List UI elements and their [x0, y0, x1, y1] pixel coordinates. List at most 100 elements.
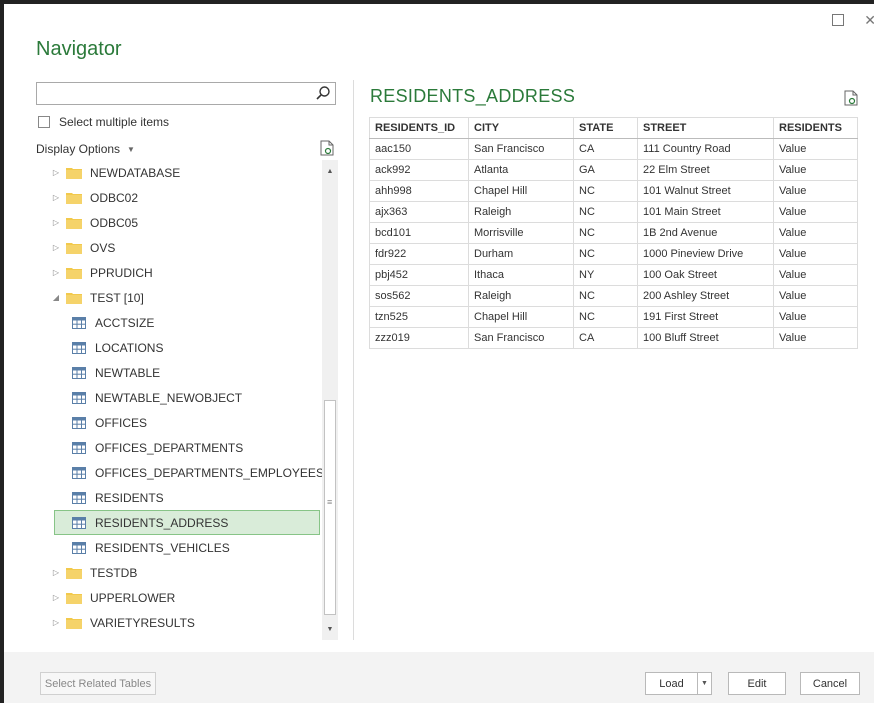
table-cell: Value — [773, 180, 858, 202]
close-icon[interactable]: ✕ — [864, 13, 874, 27]
tree-item[interactable]: ▷ ODBC05 — [50, 210, 138, 235]
folder-icon — [66, 217, 82, 229]
tree-item[interactable]: ◢ TEST [10] — [50, 285, 144, 310]
tree-item[interactable]: ▷ OVS — [50, 235, 115, 260]
table-cell: 1B 2nd Avenue — [637, 222, 774, 244]
tree-item-label: OFFICES — [95, 415, 148, 430]
collapsed-caret-icon[interactable]: ▷ — [50, 268, 62, 277]
preview-title: RESIDENTS_ADDRESS — [370, 86, 576, 106]
display-options-dropdown[interactable]: Display Options ▼ — [36, 142, 135, 156]
table-row: aac150 San Francisco CA 111 Country Road Val… — [369, 138, 858, 160]
search-icon[interactable] — [315, 85, 331, 106]
table-row: sos562 Raleigh NC 200 Ashley Street Value — [369, 285, 858, 307]
tree-item[interactable]: ACCTSIZE — [72, 310, 154, 335]
table-cell: Raleigh — [468, 201, 574, 223]
collapsed-caret-icon[interactable]: ▷ — [50, 218, 62, 227]
table-row: fdr922 Durham NC 1000 Pineview Drive Value — [369, 243, 858, 265]
table-cell: NC — [573, 201, 638, 223]
column-header[interactable]: RESIDENTS_ID — [369, 117, 469, 139]
tree-scrollbar[interactable]: ▲ ≡ ▼ — [322, 160, 338, 640]
select-related-tables-button[interactable]: Select Related Tables — [40, 672, 156, 695]
refresh-icon[interactable] — [320, 140, 334, 161]
table-cell: 22 Elm Street — [637, 159, 774, 181]
collapsed-caret-icon[interactable]: ▷ — [50, 168, 62, 177]
folder-icon — [66, 617, 82, 629]
maximize-icon[interactable] — [832, 14, 845, 26]
table-icon — [72, 541, 86, 554]
tree-item[interactable]: RESIDENTS_ADDRESS — [54, 510, 320, 535]
tree-item[interactable]: OFFICES_DEPARTMENTS — [72, 435, 243, 460]
tree-item[interactable]: ▷ NEWDATABASE — [50, 160, 180, 185]
table-cell: Value — [773, 138, 858, 160]
cancel-button[interactable]: Cancel — [800, 672, 860, 695]
table-cell: NC — [573, 243, 638, 265]
table-cell: Value — [773, 264, 858, 286]
collapsed-caret-icon[interactable]: ▷ — [50, 593, 62, 602]
tree-item[interactable]: NEWTABLE — [72, 360, 160, 385]
scroll-down-icon[interactable]: ▼ — [322, 622, 338, 638]
select-multiple-checkbox[interactable] — [38, 116, 50, 128]
table-cell: Durham — [468, 243, 574, 265]
column-header[interactable]: RESIDENTS — [773, 117, 858, 139]
table-cell: ahh998 — [369, 180, 469, 202]
tree-item-label: ACCTSIZE — [95, 315, 155, 330]
tree-item-label: OFFICES_DEPARTMENTS_EMPLOYEES — [95, 465, 322, 480]
scroll-up-icon[interactable]: ▲ — [322, 164, 338, 180]
tree-item[interactable]: ▷ VARIETYRESULTS — [50, 610, 195, 635]
tree-item[interactable]: ▷ TESTDB — [50, 560, 137, 585]
tree-item-label: UPPERLOWER — [90, 590, 176, 605]
table-cell: 1000 Pineview Drive — [637, 243, 774, 265]
tree-item[interactable]: OFFICES — [72, 410, 147, 435]
tree-item-label: OFFICES_DEPARTMENTS — [95, 440, 244, 455]
table-cell: zzz019 — [369, 327, 469, 349]
expanded-caret-icon[interactable]: ◢ — [50, 293, 62, 302]
load-button[interactable]: Load — [646, 673, 698, 694]
search-box — [36, 82, 336, 105]
table-cell: tzn525 — [369, 306, 469, 328]
load-dropdown-chevron-icon[interactable]: ▼ — [698, 673, 711, 694]
collapsed-caret-icon[interactable]: ▷ — [50, 568, 62, 577]
table-row: ack992 Atlanta GA 22 Elm Street Value — [369, 159, 858, 181]
table-cell: ack992 — [369, 159, 469, 181]
table-cell: 100 Bluff Street — [637, 327, 774, 349]
table-cell: aac150 — [369, 138, 469, 160]
table-header-row: RESIDENTS_ID CITY STATE STREET RESIDENTS — [369, 117, 858, 139]
tree-item[interactable]: NEWTABLE_NEWOBJECT — [72, 385, 242, 410]
pane-divider[interactable] — [353, 80, 354, 640]
tree-item-label: NEWTABLE — [95, 365, 161, 380]
table-cell: Value — [773, 327, 858, 349]
column-header[interactable]: STATE — [573, 117, 638, 139]
preview-refresh-icon[interactable] — [844, 90, 858, 111]
table-cell: NC — [573, 180, 638, 202]
tree-item-label: TESTDB — [90, 565, 138, 580]
tree-item[interactable]: LOCATIONS — [72, 335, 163, 360]
tree-item[interactable]: OFFICES_DEPARTMENTS_EMPLOYEES — [72, 460, 322, 485]
select-multiple-label: Select multiple items — [59, 115, 170, 129]
column-header[interactable]: STREET — [637, 117, 774, 139]
table-cell: CA — [573, 327, 638, 349]
folder-icon — [66, 292, 82, 304]
tree-item-label: RESIDENTS_ADDRESS — [95, 515, 229, 530]
collapsed-caret-icon[interactable]: ▷ — [50, 243, 62, 252]
collapsed-caret-icon[interactable]: ▷ — [50, 618, 62, 627]
table-row: tzn525 Chapel Hill NC 191 First Street Value — [369, 306, 858, 328]
column-header[interactable]: CITY — [468, 117, 574, 139]
table-cell: CA — [573, 138, 638, 160]
tree-item[interactable]: RESIDENTS — [72, 485, 164, 510]
table-row: bcd101 Morrisville NC 1B 2nd Avenue Value — [369, 222, 858, 244]
table-cell: Value — [773, 306, 858, 328]
tree-item[interactable]: ▷ PPRUDICH — [50, 260, 153, 285]
tree-item[interactable]: ▷ ODBC02 — [50, 185, 138, 210]
tree-item[interactable]: ▷ UPPERLOWER — [50, 585, 175, 610]
load-split-button: Load ▼ — [645, 672, 712, 695]
edit-button[interactable]: Edit — [728, 672, 786, 695]
table-icon — [72, 466, 86, 479]
table-icon — [72, 316, 86, 329]
table-cell: 101 Main Street — [637, 201, 774, 223]
scrollbar-thumb[interactable]: ≡ — [324, 400, 336, 615]
select-multiple-items[interactable]: Select multiple items — [38, 115, 169, 129]
tree-item[interactable]: RESIDENTS_VEHICLES — [72, 535, 230, 560]
search-input[interactable] — [37, 83, 307, 104]
table-icon — [72, 416, 86, 429]
collapsed-caret-icon[interactable]: ▷ — [50, 193, 62, 202]
